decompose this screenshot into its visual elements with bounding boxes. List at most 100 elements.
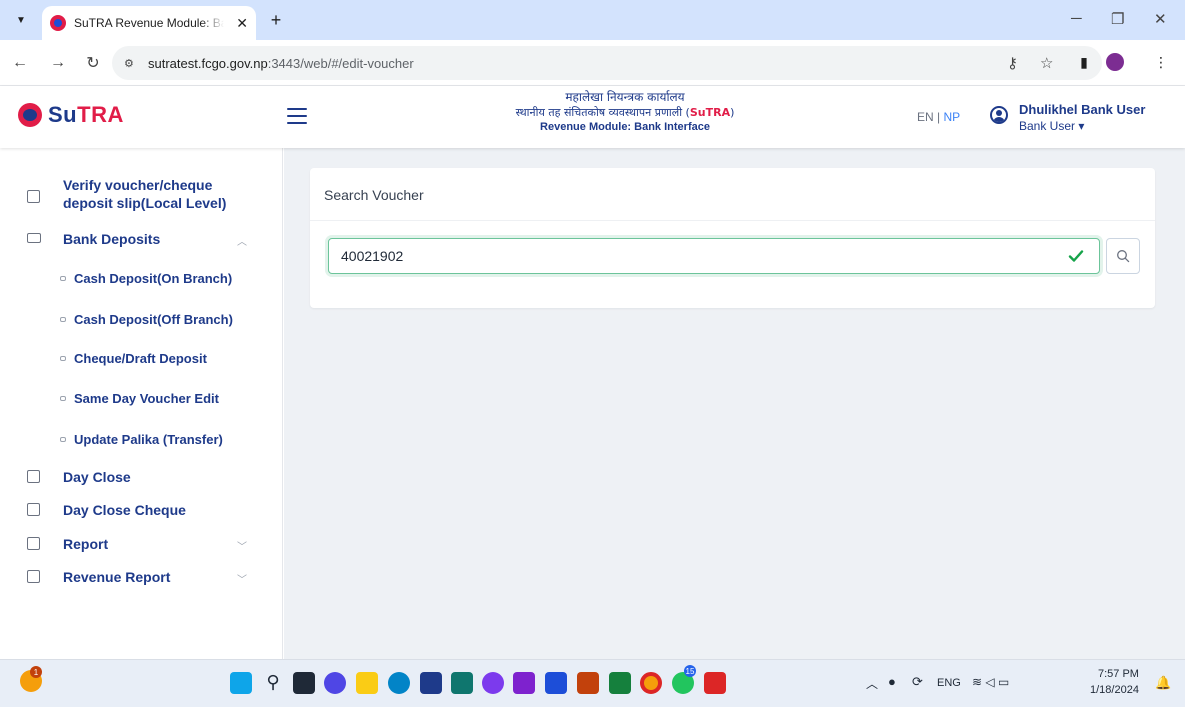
hamburger-menu-icon[interactable]: [287, 108, 307, 124]
lang-np-link[interactable]: NP: [943, 110, 960, 124]
user-name[interactable]: Dhulikhel Bank User: [1019, 102, 1145, 117]
chat-icon[interactable]: [324, 672, 346, 694]
header-system-name: स्थानीय तह संचितकोष व्यवस्थापन प्रणाली (…: [515, 106, 735, 119]
calendar-icon: [27, 470, 40, 483]
bullet-icon: [60, 356, 66, 361]
powerpoint-icon[interactable]: [577, 672, 599, 694]
chrome-icon[interactable]: [640, 672, 662, 694]
site-info-icon[interactable]: ⚙: [124, 56, 138, 70]
windows-taskbar: 1 ⚲ 15 ︿ ● ⟳ ENG ≋ ◁ ▭ 7:57 PM 1/18/2024…: [0, 659, 1185, 707]
sidebar-item-day-close-cheque[interactable]: Day Close Cheque: [0, 501, 283, 521]
browser-menu-icon[interactable]: ⋮: [1151, 52, 1171, 72]
user-account-icon[interactable]: [990, 106, 1008, 124]
voucher-doc-icon: [27, 190, 40, 203]
sidebar-subitem-update-palika[interactable]: Update Palika (Transfer): [60, 432, 223, 447]
tray-overflow-chevron-icon[interactable]: ︿: [866, 675, 878, 692]
notification-bell-icon[interactable]: 🔔: [1155, 675, 1171, 691]
calendar-icon: [27, 503, 40, 516]
sidebar-subitem-cash-deposit-off-branch[interactable]: Cash Deposit(Off Branch): [60, 312, 233, 327]
sidebar-item-revenue-report[interactable]: Revenue Report ﹀: [0, 568, 283, 588]
report-icon: [27, 537, 40, 550]
forward-icon[interactable]: →: [47, 52, 69, 74]
widget-badge: 1: [30, 666, 42, 678]
sidebar-item-label: Verify voucher/cheque deposit slip(Local …: [63, 177, 227, 211]
onenote-icon[interactable]: [513, 672, 535, 694]
sutra-logo-mark-icon: [18, 103, 42, 127]
sidebar-item-label: Bank Deposits: [63, 231, 161, 247]
bullet-icon: [60, 317, 66, 322]
bullet-icon: [60, 437, 66, 442]
user-role-dropdown[interactable]: Bank User ▾: [1019, 119, 1084, 133]
valid-check-icon: [1068, 250, 1084, 262]
logo-text-suffix: TRA: [77, 102, 124, 127]
password-key-icon[interactable]: ⚷: [1007, 54, 1018, 72]
viber-icon[interactable]: [482, 672, 504, 694]
excel-icon[interactable]: [609, 672, 631, 694]
app-header: SuTRA महालेखा नियन्त्रक कार्यालय स्थानीय…: [0, 86, 1185, 148]
tab-search-chevron-icon[interactable]: ▼: [9, 8, 33, 32]
browser-tab-strip: ▼ SuTRA Revenue Module: Bank I ✕ + ─ ❐ ✕: [0, 0, 1185, 40]
sidebar-item-bank-deposits[interactable]: Bank Deposits ︿: [0, 230, 283, 250]
card-divider: [310, 220, 1155, 221]
sidebar-item-report[interactable]: Report ﹀: [0, 535, 283, 555]
chevron-down-icon[interactable]: ﹀: [237, 571, 247, 586]
search-icon: [1117, 250, 1130, 263]
start-windows-icon[interactable]: [230, 672, 252, 694]
profile-avatar-icon[interactable]: [1105, 52, 1125, 72]
clipboard-icon: [27, 570, 40, 583]
wifi-sound-battery-icon[interactable]: ≋ ◁ ▭: [972, 675, 1009, 689]
header-office-name: महालेखा नियन्त्रक कार्यालय: [565, 90, 685, 104]
clock-date[interactable]: 1/18/2024: [1090, 684, 1139, 696]
file-explorer-icon[interactable]: [356, 672, 378, 694]
sidebar-subitem-label: Update Palika (Transfer): [74, 432, 223, 447]
reload-icon[interactable]: ↻: [82, 52, 104, 74]
sidebar-item-verify-voucher[interactable]: Verify voucher/cheque deposit slip(Local …: [0, 176, 283, 216]
chevron-down-icon[interactable]: ﹀: [237, 538, 247, 553]
tab-close-icon[interactable]: ✕: [236, 15, 248, 32]
header-title-block: महालेखा नियन्त्रक कार्यालय स्थानीय तह सं…: [455, 90, 795, 135]
address-bar[interactable]: ⚙ sutratest.fcgo.gov.np :3443/web/#/edit…: [112, 46, 1102, 80]
sidebar: Verify voucher/cheque deposit slip(Local …: [0, 148, 283, 659]
language-switch: EN | NP: [917, 110, 960, 124]
voucher-search-input[interactable]: 40021902: [328, 238, 1100, 274]
main-content: Search Voucher 40021902: [284, 148, 1185, 659]
edge-icon[interactable]: [388, 672, 410, 694]
new-tab-icon[interactable]: +: [264, 8, 288, 32]
lang-en-link[interactable]: EN: [917, 110, 934, 124]
whatsapp-badge: 15: [684, 665, 696, 677]
browser-toolbar: ← → ↻ ⚙ sutratest.fcgo.gov.np :3443/web/…: [0, 40, 1185, 86]
lang-separator: |: [933, 110, 944, 124]
window-close-icon[interactable]: ✕: [1154, 10, 1167, 28]
task-view-icon[interactable]: [293, 672, 315, 694]
word-icon[interactable]: [545, 672, 567, 694]
restore-icon[interactable]: ❐: [1111, 10, 1124, 28]
tab-title: SuTRA Revenue Module: Bank I: [74, 16, 224, 30]
clock-time[interactable]: 7:57 PM: [1098, 668, 1139, 680]
sidebar-subitem-cheque-draft-deposit[interactable]: Cheque/Draft Deposit: [60, 351, 207, 366]
browser-tab[interactable]: SuTRA Revenue Module: Bank I ✕: [42, 6, 256, 40]
back-icon[interactable]: ←: [9, 52, 31, 74]
sutra-logo[interactable]: SuTRA: [18, 102, 124, 128]
keyboard-language[interactable]: ENG: [937, 677, 961, 689]
sidebar-item-label: Day Close Cheque: [63, 502, 186, 518]
store-icon[interactable]: [420, 672, 442, 694]
sidebar-subitem-label: Same Day Voucher Edit: [74, 391, 219, 406]
chevron-up-icon[interactable]: ︿: [237, 233, 247, 248]
cash-icon: [27, 233, 41, 243]
sidebar-item-day-close[interactable]: Day Close: [0, 468, 283, 488]
sidebar-subitem-label: Cheque/Draft Deposit: [74, 351, 207, 366]
app-icon[interactable]: [451, 672, 473, 694]
card-title: Search Voucher: [324, 187, 424, 203]
side-panel-icon[interactable]: ▮: [1074, 52, 1094, 72]
minimize-icon[interactable]: ─: [1071, 10, 1082, 27]
sidebar-item-label: Day Close: [63, 469, 131, 485]
youtube-icon[interactable]: [704, 672, 726, 694]
search-taskbar-icon[interactable]: ⚲: [262, 672, 284, 694]
search-button[interactable]: [1106, 238, 1140, 274]
bookmark-star-icon[interactable]: ☆: [1040, 54, 1053, 72]
sidebar-subitem-same-day-voucher-edit[interactable]: Same Day Voucher Edit: [60, 391, 219, 406]
sidebar-subitem-cash-deposit-on-branch[interactable]: Cash Deposit(On Branch): [60, 271, 232, 286]
sidebar-item-label: Revenue Report: [63, 569, 171, 585]
tray-sync-icon[interactable]: ⟳: [912, 674, 923, 690]
tray-app-icon[interactable]: ●: [888, 674, 896, 689]
